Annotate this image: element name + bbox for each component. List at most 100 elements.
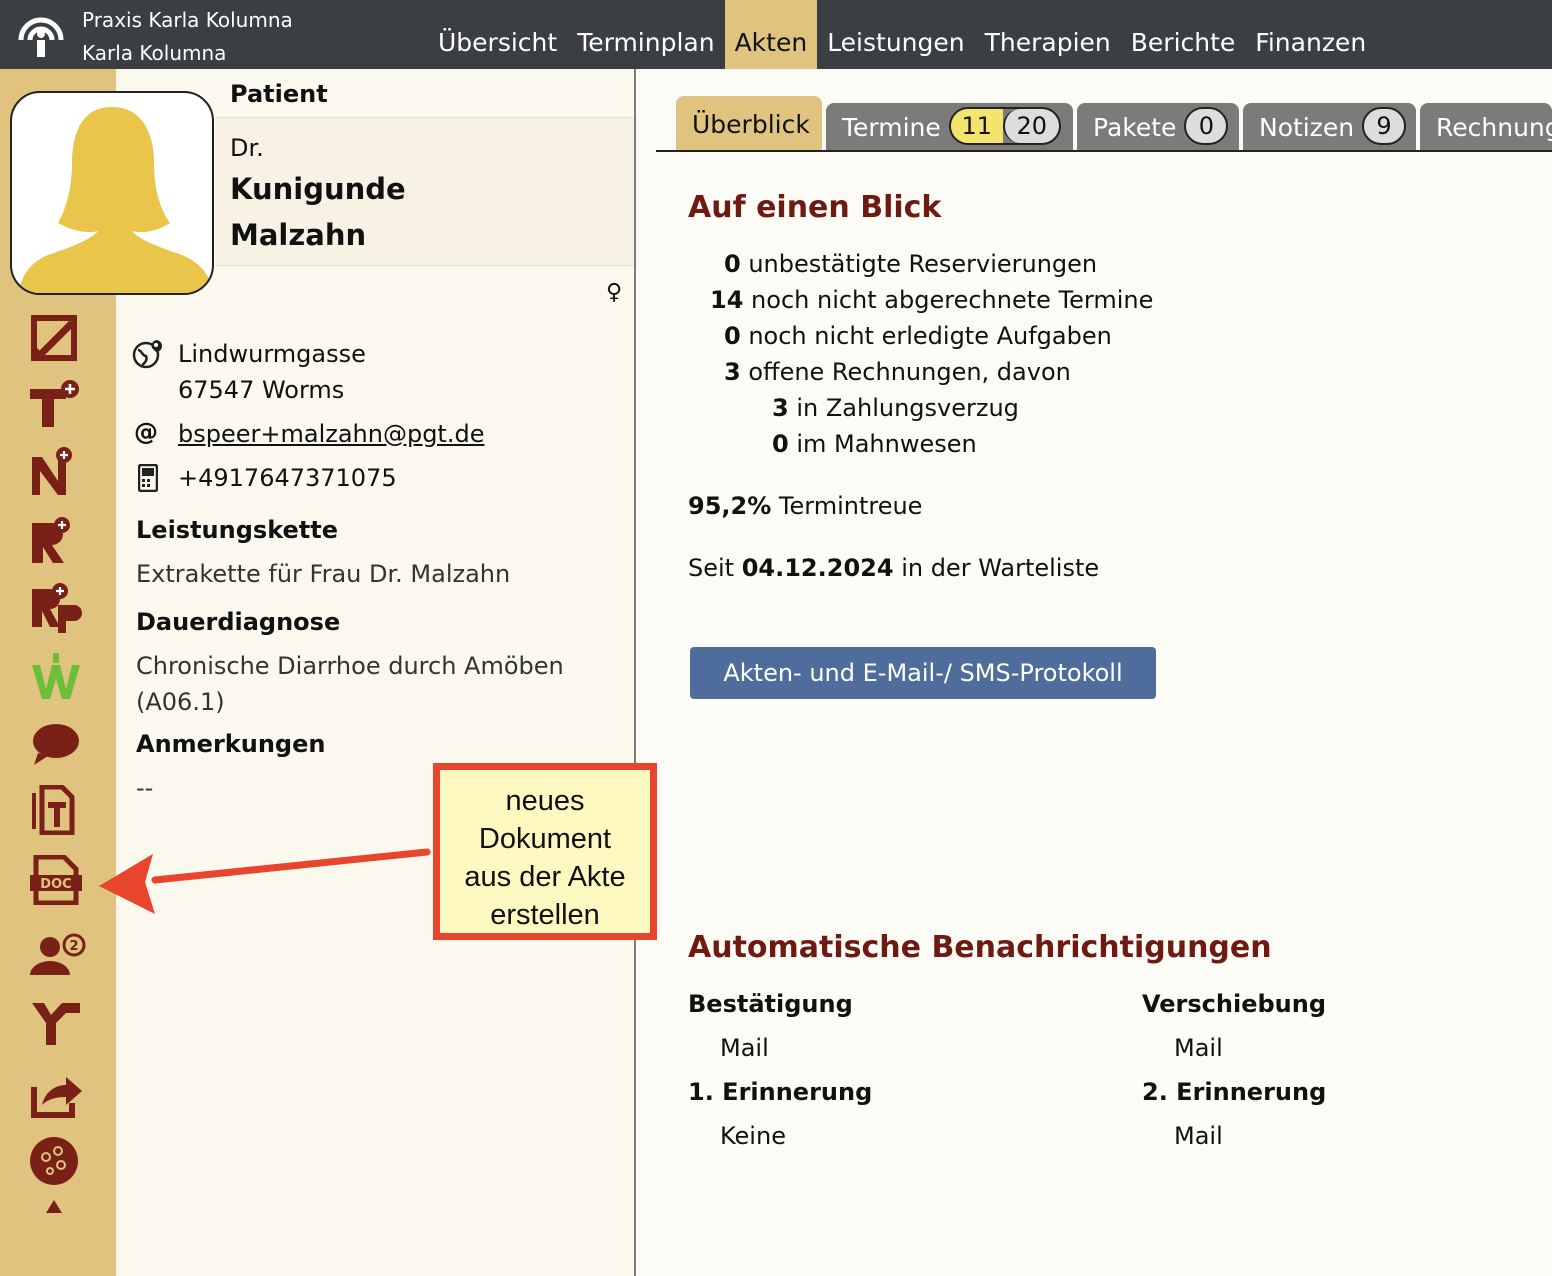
record-tabs: Überblick Termine 11 20 Pakete 0 Notizen… bbox=[656, 96, 1552, 152]
svg-text:2: 2 bbox=[69, 939, 78, 954]
tab-notizen-label: Notizen bbox=[1259, 113, 1355, 142]
waitlist-suffix: in der Warteliste bbox=[901, 554, 1100, 582]
expand-up-icon[interactable] bbox=[28, 1193, 86, 1217]
annotation-callout: neues Dokument aus der Akte erstellen bbox=[433, 763, 657, 940]
stat-waitlist: Seit 04.12.2024 in der Warteliste bbox=[688, 554, 1099, 582]
patient-first-name: Kunigunde bbox=[230, 172, 406, 206]
address-city: 67547 Worms bbox=[178, 376, 345, 404]
chain-label: Leistungskette bbox=[136, 516, 339, 544]
edit-record-icon[interactable] bbox=[28, 315, 86, 365]
stat-value: 0 bbox=[772, 430, 789, 458]
text-document-icon[interactable] bbox=[28, 785, 86, 835]
waitlist-icon[interactable] bbox=[28, 651, 86, 701]
stat-open-invoices: 3 offene Rechnungen, davon bbox=[724, 358, 1071, 386]
reminder2-label: 2. Erinnerung bbox=[1142, 1078, 1327, 1106]
top-bar: Praxis Karla Kolumna Karla Kolumna Übers… bbox=[0, 0, 1552, 69]
nav-leistungen[interactable]: Leistungen bbox=[817, 0, 974, 69]
email-link[interactable]: bspeer+malzahn@pgt.de bbox=[178, 420, 484, 448]
notes-value: -- bbox=[136, 774, 154, 802]
appointments-open-count: 11 bbox=[950, 109, 1003, 143]
svg-text:DOC: DOC bbox=[40, 877, 71, 892]
stat-dunning: 0 im Mahnwesen bbox=[772, 430, 977, 458]
user-name[interactable]: Karla Kolumna bbox=[82, 37, 293, 70]
email-icon: @ bbox=[134, 418, 158, 446]
callout-line-3: aus der Akte bbox=[464, 861, 626, 893]
overview-heading: Auf einen Blick bbox=[688, 190, 942, 225]
stat-value: 14 bbox=[710, 286, 744, 314]
reminder1-value: Keine bbox=[720, 1122, 786, 1150]
diagnosis-label: Dauerdiagnose bbox=[136, 608, 341, 636]
tab-termine[interactable]: Termine 11 20 bbox=[826, 103, 1073, 150]
nav-akten[interactable]: Akten bbox=[724, 0, 818, 69]
stat-label: offene Rechnungen, davon bbox=[748, 358, 1071, 386]
email-text[interactable]: bspeer+malzahn@pgt.de bbox=[178, 420, 484, 448]
notes-label: Anmerkungen bbox=[136, 730, 326, 758]
add-invoice-icon[interactable] bbox=[28, 515, 86, 565]
stat-label: im Mahnwesen bbox=[796, 430, 977, 458]
tab-rechnungen[interactable]: Rechnungen bbox=[1420, 103, 1552, 150]
loyalty-value: 95,2% bbox=[688, 492, 772, 520]
nav-finanzen[interactable]: Finanzen bbox=[1245, 0, 1376, 69]
stat-value: 0 bbox=[724, 250, 741, 278]
panel-divider[interactable] bbox=[634, 69, 636, 1276]
patient-avatar[interactable] bbox=[10, 91, 214, 295]
add-note-icon[interactable] bbox=[28, 447, 86, 497]
stat-loyalty: 95,2% Termintreue bbox=[688, 492, 922, 520]
patient-name-box: Dr. Kunigunde Malzahn bbox=[216, 117, 634, 266]
doc-document-icon[interactable]: DOC bbox=[28, 855, 86, 905]
globe-location-icon bbox=[132, 338, 162, 376]
add-appointment-icon[interactable] bbox=[28, 379, 86, 429]
notes-count-badge: 9 bbox=[1362, 107, 1407, 145]
address-street: Lindwurmgasse bbox=[178, 340, 366, 368]
notifications-heading: Automatische Benachrichtigungen bbox=[688, 930, 1272, 965]
export-icon[interactable] bbox=[28, 1069, 86, 1119]
stat-value: 3 bbox=[772, 394, 789, 422]
confirmation-label: Bestätigung bbox=[688, 990, 853, 1018]
callout-line-4: erstellen bbox=[490, 899, 600, 931]
reschedule-value: Mail bbox=[1174, 1034, 1223, 1062]
gender-icon: ♀ bbox=[606, 280, 623, 305]
tab-notizen[interactable]: Notizen 9 bbox=[1243, 103, 1416, 150]
protocol-button[interactable]: Akten- und E-Mail-/ SMS-Protokoll bbox=[690, 647, 1156, 699]
nav-therapien[interactable]: Therapien bbox=[975, 0, 1121, 69]
diagnosis-value-line1: Chronische Diarrhoe durch Amöben bbox=[136, 652, 564, 680]
callout-arrow-icon bbox=[95, 840, 435, 924]
practice-name: Praxis Karla Kolumna bbox=[82, 8, 293, 32]
stat-label: noch nicht erledigte Aufgaben bbox=[748, 322, 1112, 350]
callout-line-2: Dokument bbox=[478, 823, 612, 855]
tab-ueberblick[interactable]: Überblick bbox=[676, 96, 822, 150]
stat-label: in Zahlungsverzug bbox=[796, 394, 1019, 422]
waitlist-prefix: Seit bbox=[688, 554, 735, 582]
reminder2-value: Mail bbox=[1174, 1122, 1223, 1150]
stat-label: noch nicht abgerechnete Termine bbox=[751, 286, 1154, 314]
tab-pakete[interactable]: Pakete 0 bbox=[1077, 103, 1239, 150]
message-icon[interactable] bbox=[28, 719, 86, 769]
phone-number[interactable]: +4917647371075 bbox=[178, 464, 397, 492]
assign-therapist-icon[interactable]: 2 bbox=[28, 931, 86, 981]
patient-heading: Patient bbox=[230, 80, 328, 108]
merge-icon[interactable] bbox=[28, 997, 86, 1047]
stat-unconfirmed: 0 unbestätigte Reservierungen bbox=[724, 250, 1097, 278]
packages-count-badge: 0 bbox=[1184, 107, 1229, 145]
stat-label: unbestätigte Reservierungen bbox=[748, 250, 1098, 278]
mobile-phone-icon bbox=[137, 463, 159, 498]
nav-berichte[interactable]: Berichte bbox=[1121, 0, 1246, 69]
stat-value: 3 bbox=[724, 358, 741, 386]
app-logo-icon[interactable] bbox=[16, 10, 66, 58]
appointments-count-badge: 11 20 bbox=[948, 107, 1061, 145]
more-icon[interactable] bbox=[28, 1135, 86, 1185]
diagnosis-value-line2: (A06.1) bbox=[136, 688, 225, 716]
stat-open-tasks: 0 noch nicht erledigte Aufgaben bbox=[724, 322, 1112, 350]
add-prescription-icon[interactable] bbox=[28, 583, 86, 633]
appointments-total-count: 20 bbox=[1002, 109, 1059, 143]
stat-unbilled: 14 noch nicht abgerechnete Termine bbox=[710, 286, 1153, 314]
stat-value: 0 bbox=[724, 322, 741, 350]
patient-title: Dr. bbox=[230, 134, 264, 162]
tab-termine-label: Termine bbox=[842, 113, 941, 142]
callout-line-1: neues bbox=[505, 785, 585, 817]
main-nav: Übersicht Terminplan Akten Leistungen Th… bbox=[428, 0, 1376, 69]
stat-overdue: 3 in Zahlungsverzug bbox=[772, 394, 1019, 422]
confirmation-value: Mail bbox=[720, 1034, 769, 1062]
nav-uebersicht[interactable]: Übersicht bbox=[428, 0, 567, 69]
nav-terminplan[interactable]: Terminplan bbox=[567, 0, 724, 69]
